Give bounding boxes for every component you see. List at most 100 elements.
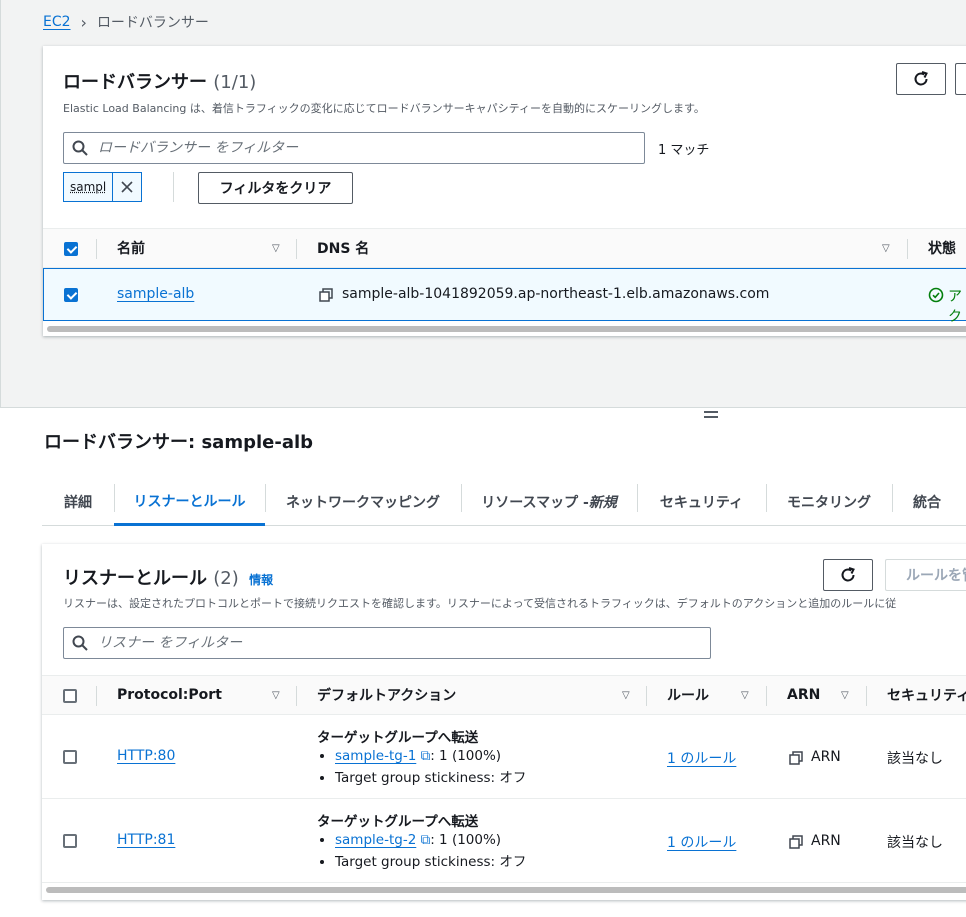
new-badge: 新規 [588,495,617,511]
listener-search-input[interactable] [96,634,710,652]
sort-down-icon[interactable]: ▽ [882,243,890,254]
divider [96,239,97,259]
clear-filter-button[interactable]: フィルタをクリア [198,172,353,204]
column-header-arn[interactable]: ARN [787,676,820,714]
arn-text: ARN [811,833,841,849]
external-link-icon[interactable]: ⧉ [421,832,431,848]
security-value: 該当なし [887,835,943,851]
refresh-button[interactable] [823,559,873,591]
panel-splitter-handle[interactable] [704,411,718,421]
sort-down-icon[interactable]: ▽ [272,690,280,701]
action-title: ターゲットグループへ転送 [317,730,479,746]
action-details: sample-tg-2 ⧉: 1 (100%) Target group sti… [317,832,526,870]
panel-title-text: リスナーとルール [63,568,207,589]
match-count: 1 マッチ [658,143,710,158]
rules-link[interactable]: 1 のルール [667,832,736,852]
table-row[interactable]: HTTP:81 ターゲットグループへ転送 sample-tg-2 ⧉: 1 (1… [42,799,966,883]
sort-down-icon[interactable]: ▽ [741,690,749,701]
divider [866,686,867,706]
tab-network-mapping[interactable]: ネットワークマッピング [265,478,461,526]
actions-button[interactable] [955,63,966,95]
table-row[interactable]: sample-alb sample-alb-1041892059.ap-nort… [43,268,966,325]
state-text: アク [948,289,962,325]
listener-search[interactable] [63,627,711,659]
target-group-link[interactable]: sample-tg-1 [335,748,416,764]
chevron-right-icon: › [80,12,87,32]
target-group-link[interactable]: sample-tg-2 [335,832,416,848]
column-header-name[interactable]: 名前 [117,229,145,267]
listener-protocol-link[interactable]: HTTP:81 [117,832,175,848]
tab-integrations[interactable]: 統合 [892,478,962,526]
column-header-rules[interactable]: ルール [667,676,709,714]
security-value: 該当なし [887,751,943,767]
row-checkbox[interactable] [63,750,77,764]
breadcrumb-ec2-link[interactable]: EC2 [43,14,71,30]
refresh-icon [841,567,855,582]
target-group-weight: : 1 (100%) [430,748,502,764]
copy-icon[interactable] [789,751,803,769]
action-title: ターゲットグループへ転送 [317,814,479,830]
panel-description: Elastic Load Balancing は、着信トラフィックの変化に応じて… [63,102,705,115]
divider [296,686,297,706]
column-header-default-action[interactable]: デフォルトアクション [317,676,456,714]
breadcrumb-current: ロードバランサー [96,15,209,31]
select-all-checkbox[interactable] [64,242,78,256]
listener-protocol-link[interactable]: HTTP:80 [117,748,175,764]
load-balancer-search-input[interactable] [96,139,644,157]
tab-listeners-rules[interactable]: リスナーとルール [114,478,265,526]
search-icon [72,635,88,651]
rules-link[interactable]: 1 のルール [667,748,736,768]
select-all-checkbox[interactable] [63,689,77,703]
action-details: sample-tg-1 ⧉: 1 (100%) Target group sti… [317,748,526,786]
load-balancer-search[interactable] [63,132,645,164]
filter-token: sampl [63,172,143,202]
copy-icon[interactable] [789,835,803,853]
column-header-dns[interactable]: DNS 名 [317,229,369,267]
row-checkbox[interactable] [64,288,78,302]
target-group-weight: : 1 (100%) [430,832,502,848]
arn-text: ARN [811,749,841,765]
external-link-icon[interactable]: ⧉ [421,748,431,764]
divider [907,239,908,259]
table-row[interactable]: HTTP:80 ターゲットグループへ転送 sample-tg-1 ⧉: 1 (1… [42,715,966,799]
refresh-button[interactable] [896,63,946,95]
detail-title: ロードバランサー: sample-alb [44,432,314,453]
breadcrumb: EC2 › ロードバランサー [43,12,209,32]
divider [646,686,647,706]
horizontal-scrollbar[interactable] [46,887,966,893]
list-item: sample-tg-2 ⧉: 1 (100%) [335,832,526,848]
manage-rules-button[interactable]: ルールを管 [885,559,966,591]
list-item: sample-tg-1 ⧉: 1 (100%) [335,748,526,764]
dns-name: sample-alb-1041892059.ap-northeast-1.elb… [342,286,770,302]
panel-title: ロードバランサー (1/1) [63,68,256,94]
divider [766,686,767,706]
listeners-panel: リスナーとルール (2) 情報 リスナーは、設定されたプロトコルとポートで接続リ… [42,544,966,900]
list-item: Target group stickiness: オフ [335,850,526,870]
default-action: ターゲットグループへ転送 sample-tg-2 ⧉: 1 (100%) Tar… [317,810,526,872]
tab-security[interactable]: セキュリティ [637,478,766,526]
default-action: ターゲットグループへ転送 sample-tg-1 ⧉: 1 (100%) Tar… [317,726,526,788]
panel-title-count: (2) [213,568,239,589]
column-header-security[interactable]: セキュリティ [887,676,966,714]
info-link[interactable]: 情報 [249,573,273,587]
panel-title-text: ロードバランサー [63,72,207,93]
tab-details[interactable]: 詳細 [42,478,114,526]
list-item: Target group stickiness: オフ [335,766,526,786]
sort-down-icon[interactable]: ▽ [272,243,280,254]
divider [296,239,297,259]
sort-down-icon[interactable]: ▽ [622,690,630,701]
column-header-state[interactable]: 状態 [928,229,956,267]
column-header-protocol[interactable]: Protocol:Port [117,676,222,714]
tab-resource-map[interactable]: リソースマップ - 新規 [461,478,637,526]
close-icon[interactable] [113,173,141,201]
tab-monitoring[interactable]: モニタリング [766,478,892,526]
panel-title-count: (1/1) [213,72,257,93]
load-balancer-list-area: EC2 › ロードバランサー ロードバランサー (1/1) Elastic Lo… [0,0,966,408]
sort-down-icon[interactable]: ▽ [841,690,849,701]
filter-token-label[interactable]: sampl [64,173,114,201]
row-checkbox[interactable] [63,834,77,848]
horizontal-scrollbar[interactable] [47,326,966,332]
load-balancer-name-link[interactable]: sample-alb [117,286,194,302]
divider [173,172,174,202]
copy-icon[interactable] [319,288,333,306]
